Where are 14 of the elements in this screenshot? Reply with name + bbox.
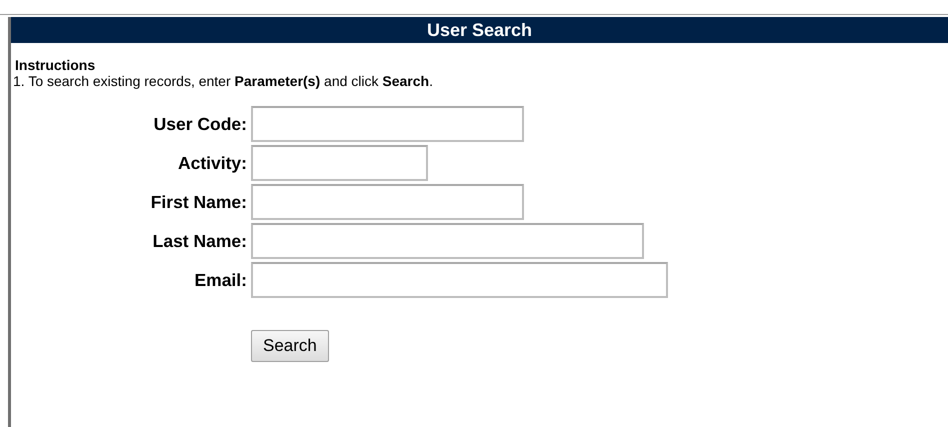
instructions-heading: Instructions (15, 57, 96, 73)
input-field[interactable] (251, 184, 524, 220)
field-label: Email: (193, 268, 248, 292)
field-label: User Code: (152, 112, 248, 136)
input-field[interactable] (251, 106, 524, 142)
input-field[interactable] (251, 223, 644, 259)
input-field[interactable] (251, 145, 428, 181)
search-button[interactable]: Search (251, 330, 329, 362)
field-label: Activity: (176, 152, 248, 175)
instruction-text: 1. To search existing records, enter Parameter(s) and click Search. (13, 73, 434, 90)
field-label: First Name: (150, 190, 248, 214)
page-title-bar: User Search (11, 17, 948, 43)
field-label: Last Name: (152, 230, 248, 253)
input-field[interactable] (251, 262, 668, 298)
